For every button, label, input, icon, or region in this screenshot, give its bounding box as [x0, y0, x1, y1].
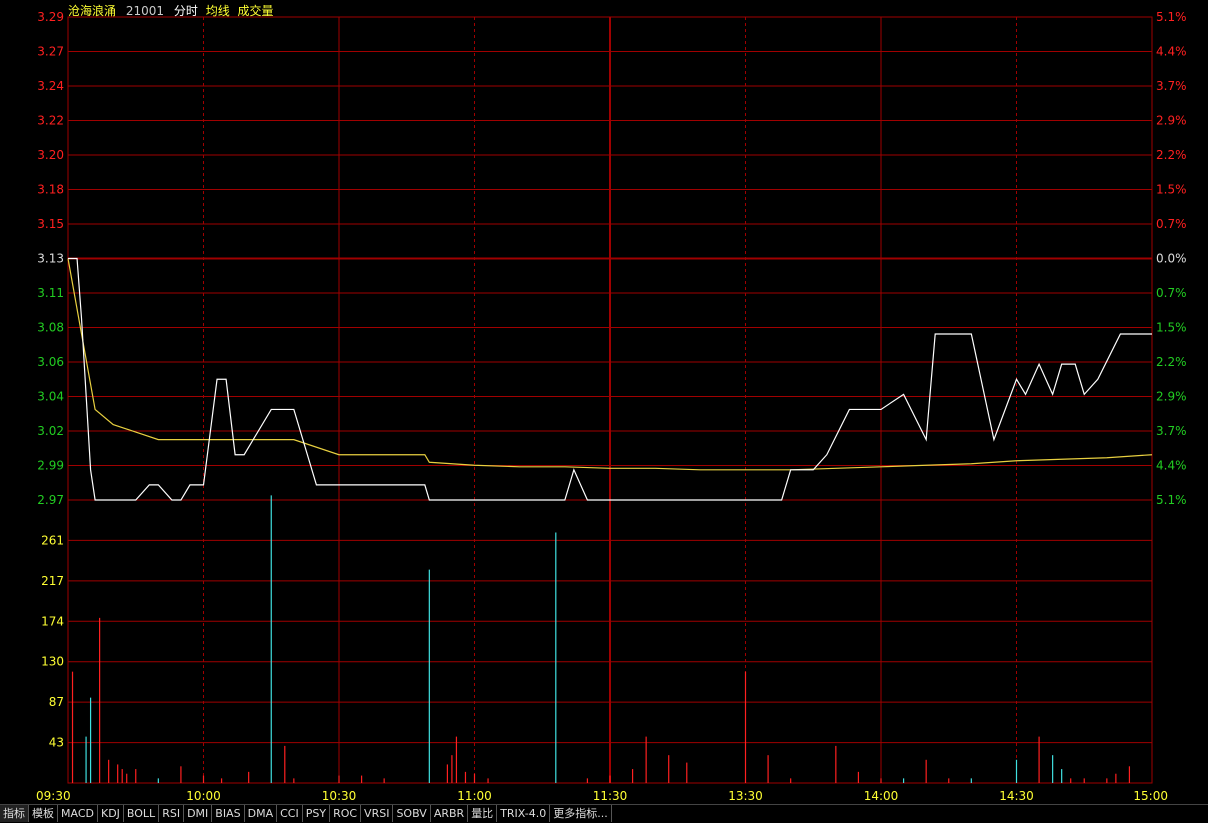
time-tick-label: 10:30	[322, 789, 357, 803]
pct-tick-label: 5.1%	[1156, 493, 1187, 507]
time-tick-label: 14:30	[999, 789, 1034, 803]
indicator-tab[interactable]: TRIX-4.0	[497, 805, 551, 822]
volume-label: 成交量	[237, 4, 274, 18]
time-tick-label: 13:30	[728, 789, 763, 803]
volume-tick-label: 87	[49, 695, 64, 709]
indicator-tab[interactable]: KDJ	[98, 805, 124, 822]
time-tick-label: 09:30	[36, 789, 71, 803]
pct-tick-label: 1.5%	[1156, 321, 1187, 335]
pct-tick-label: 2.9%	[1156, 390, 1187, 404]
pct-tick-label: 2.9%	[1156, 114, 1187, 128]
pct-tick-label: 2.2%	[1156, 355, 1187, 369]
indicator-tab[interactable]: 模板	[29, 805, 58, 822]
pct-tick-label: 2.2%	[1156, 148, 1187, 162]
indicator-tab[interactable]: BOLL	[124, 805, 160, 822]
pct-tick-label: 1.5%	[1156, 183, 1187, 197]
indicator-tab[interactable]: 更多指标...	[550, 805, 612, 822]
price-tick-label: 3.02	[37, 424, 64, 438]
price-tick-label: 3.24	[37, 79, 64, 93]
indicator-tab[interactable]: MACD	[58, 805, 98, 822]
price-tick-label: 3.11	[37, 286, 64, 300]
indicator-tab[interactable]: 量比	[468, 805, 498, 822]
time-tick-label: 10:00	[186, 789, 221, 803]
price-tick-label: 3.13	[37, 252, 64, 266]
volume-tick-label: 261	[41, 533, 64, 547]
price-tick-label: 3.22	[37, 114, 64, 128]
indicator-tab[interactable]: DMI	[184, 805, 213, 822]
pct-tick-label: 5.1%	[1156, 10, 1187, 24]
price-tick-label: 3.08	[37, 321, 64, 335]
volume-tick-label: 43	[49, 736, 64, 750]
indicator-tab[interactable]: ROC	[330, 805, 362, 822]
time-tick-label: 14:00	[864, 789, 899, 803]
pct-tick-label: 0.7%	[1156, 217, 1187, 231]
price-tick-label: 3.20	[37, 148, 64, 162]
indicator-toolbar: 指标 模板 MACD KDJ BOLL RSI DMI BIAS DMA CCI PSY ROC VRS…	[0, 804, 1208, 823]
stock-name: 沧海浪涌	[68, 4, 117, 18]
volume-tick-label: 130	[41, 655, 64, 669]
indicator-tab[interactable]: VRSI	[361, 805, 394, 822]
mode-label: 分时	[173, 4, 198, 18]
indicator-tab[interactable]: BIAS	[212, 805, 245, 822]
indicator-tab[interactable]: 指标	[0, 805, 29, 822]
indicator-tab[interactable]: RSI	[159, 805, 185, 822]
pct-tick-label: 3.7%	[1156, 424, 1187, 438]
volume-tick-label: 217	[41, 574, 64, 588]
pct-tick-label: 3.7%	[1156, 79, 1187, 93]
intraday-chart[interactable]: 3.29 5.1% 3.27 4.4% 3.24 3.7% 3.22 2.9% 3.20 2.2%…	[0, 0, 1208, 804]
pct-tick-label: 4.4%	[1156, 45, 1187, 59]
price-tick-label: 3.18	[37, 183, 64, 197]
indicator-tab[interactable]: DMA	[245, 805, 278, 822]
price-tick-label: 3.15	[37, 217, 64, 231]
pct-tick-label: 0.7%	[1156, 286, 1187, 300]
price-tick-label: 3.27	[37, 45, 64, 59]
pct-tick-label: 4.4%	[1156, 459, 1187, 473]
volume-tick-label: 174	[41, 614, 64, 628]
price-tick-label: 3.29	[37, 10, 64, 24]
price-tick-label: 2.97	[37, 493, 64, 507]
price-tick-label: 3.04	[37, 390, 64, 404]
chart-header: 沧海浪涌 21001 分时 均线 成交量	[68, 2, 280, 19]
stock-code: 21001	[125, 4, 165, 18]
time-tick-label: 15:00	[1133, 789, 1168, 803]
indicator-tab[interactable]: ARBR	[431, 805, 469, 822]
price-tick-label: 3.06	[37, 355, 64, 369]
indicator-tab[interactable]: SOBV	[393, 805, 431, 822]
time-tick-label: 11:30	[593, 789, 628, 803]
indicator-tab[interactable]: PSY	[303, 805, 331, 822]
indicator-tab[interactable]: CCI	[277, 805, 303, 822]
price-tick-label: 2.99	[37, 459, 64, 473]
avg-line-label: 均线	[205, 4, 230, 18]
time-tick-label: 11:00	[457, 789, 492, 803]
pct-tick-label: 0.0%	[1156, 252, 1187, 266]
